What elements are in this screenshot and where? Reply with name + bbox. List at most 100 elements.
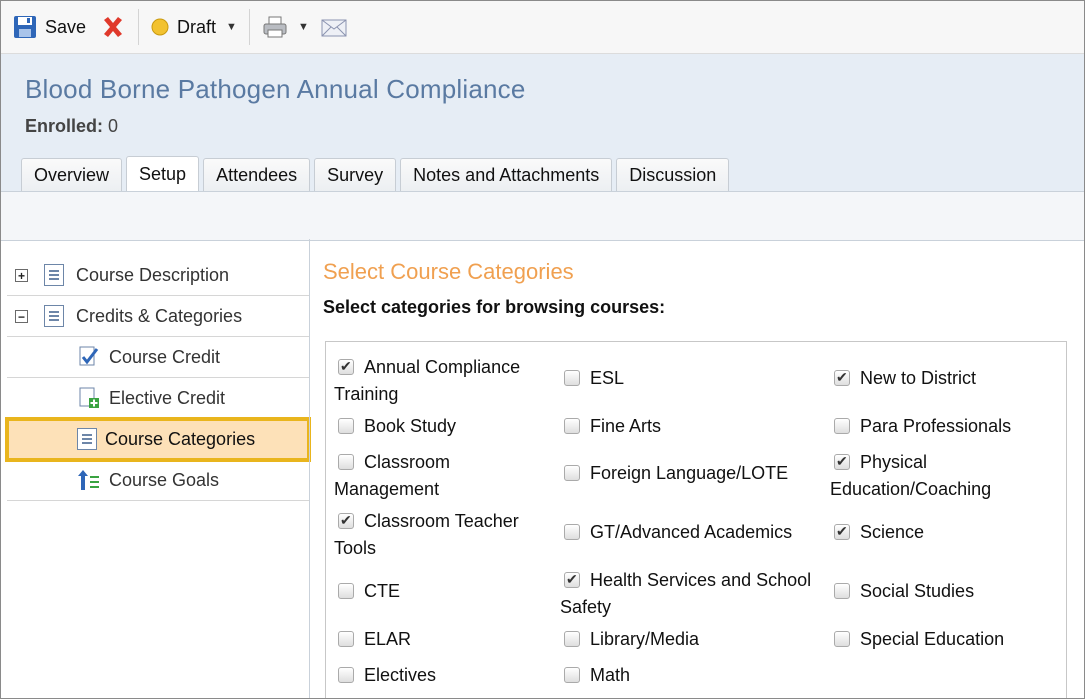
email-button[interactable] [317,16,351,38]
category-electives[interactable]: Electives [334,662,436,689]
category-checkbox[interactable] [834,631,850,647]
save-button[interactable]: Save [9,15,90,39]
tab-label: Setup [139,163,187,184]
tab-label: Notes and Attachments [413,164,600,185]
tab-survey[interactable]: Survey [314,158,397,191]
sidebar-item-course-goals[interactable]: Course Goals [7,460,309,501]
category-health-services[interactable]: Health Services and School Safety [560,566,811,621]
category-checkbox[interactable] [834,418,850,434]
category-checkbox[interactable] [338,631,354,647]
app-window: Save Draft ▼ ▼ Blood Borne Pathogen Annu… [0,0,1085,699]
tab-label: Survey [327,164,384,185]
sidebar: + Course Description − Credits & Categor… [5,255,311,698]
tab-setup[interactable]: Setup [126,156,200,191]
category-label: Physical [860,452,928,472]
sidebar-item-elective-credit[interactable]: Elective Credit [7,378,309,419]
category-science[interactable]: Science [830,518,924,546]
printer-icon [263,16,287,38]
category-classroom-teacher-tools[interactable]: Classroom Teacher Tools [334,507,519,562]
category-para-professionals[interactable]: Para Professionals [830,413,1011,440]
category-annual-compliance-training[interactable]: Annual Compliance Training [334,353,520,408]
categories-panel: Annual Compliance Training Book Study Cl… [325,341,1067,698]
status-dropdown[interactable]: Draft ▼ [147,17,241,38]
collapse-icon[interactable]: − [15,309,28,323]
credit-check-icon [79,346,99,366]
category-label: ELAR [364,629,412,649]
category-esl[interactable]: ESL [560,365,624,392]
category-label: Safety [560,597,612,617]
tab-discussion[interactable]: Discussion [616,158,730,191]
category-checkbox[interactable] [834,448,850,475]
delete-button[interactable] [96,14,130,40]
category-checkbox[interactable] [564,465,580,481]
tab-attendees[interactable]: Attendees [203,158,311,191]
category-checkbox[interactable] [834,583,850,599]
sidebar-item-credits-categories[interactable]: − Credits & Categories [7,296,309,337]
category-foreign-language[interactable]: Foreign Language/LOTE [560,460,788,487]
category-label: Classroom Teacher [364,511,519,531]
sidebar-item-label: Course Goals [109,469,220,490]
category-label: Management [334,479,440,499]
category-gt-advanced-academics[interactable]: GT/Advanced Academics [560,519,792,546]
category-label: Electives [364,665,437,685]
category-label: Para Professionals [860,416,1012,436]
category-checkbox[interactable] [564,667,580,683]
expand-icon[interactable]: + [15,268,28,282]
category-label: Library/Media [590,629,700,649]
category-social-studies[interactable]: Social Studies [830,578,974,605]
category-label: Fine Arts [590,416,662,436]
save-label: Save [45,16,87,37]
category-elar[interactable]: ELAR [334,626,411,653]
category-label: Tools [334,538,377,558]
category-checkbox[interactable] [338,353,354,380]
category-checkbox[interactable] [338,507,354,534]
enrolled-label: Enrolled: [25,116,104,136]
category-checkbox[interactable] [834,364,850,391]
category-checkbox[interactable] [564,524,580,540]
category-checkbox[interactable] [564,370,580,386]
sidebar-item-label: Credits & Categories [76,305,243,326]
category-checkbox[interactable] [338,418,354,434]
tab-overview[interactable]: Overview [21,158,123,191]
sidebar-item-label: Course Description [76,264,230,285]
sidebar-item-label: Course Categories [105,428,256,449]
category-label: Classroom [364,452,451,472]
course-header: Blood Borne Pathogen Annual Compliance E… [1,54,1084,191]
category-checkbox[interactable] [338,454,354,470]
chevron-down-icon: ▼ [226,21,237,33]
chevron-down-icon: ▼ [297,21,309,33]
category-checkbox[interactable] [834,518,850,545]
tab-label: Discussion [629,164,717,185]
page-title: Blood Borne Pathogen Annual Compliance [25,74,526,104]
enrolled-info: Enrolled: 0 [25,116,118,137]
goals-icon [78,470,99,490]
category-cte[interactable]: CTE [334,578,400,605]
instructions-text: Select categories for browsing courses: [323,297,666,317]
category-special-education[interactable]: Special Education [830,626,1004,653]
sidebar-item-course-categories[interactable]: Course Categories [5,417,311,462]
tab-notes-attachments[interactable]: Notes and Attachments [400,158,613,191]
sidebar-item-course-description[interactable]: + Course Description [7,255,309,296]
tab-label: Overview [34,164,110,185]
category-label: Education/Coaching [830,479,992,499]
category-checkbox[interactable] [564,631,580,647]
category-checkbox[interactable] [338,667,354,683]
category-fine-arts[interactable]: Fine Arts [560,413,661,440]
print-button[interactable]: ▼ [258,15,313,39]
category-label: Special Education [860,629,1005,649]
category-checkbox[interactable] [338,583,354,599]
enrolled-count: 0 [108,116,119,136]
category-label: Book Study [364,416,457,436]
sidebar-item-course-credit[interactable]: Course Credit [7,337,309,378]
category-book-study[interactable]: Book Study [334,413,456,440]
document-icon [44,264,64,286]
category-checkbox[interactable] [564,418,580,434]
category-classroom-management[interactable]: Classroom Management [334,449,450,503]
category-library-media[interactable]: Library/Media [560,626,699,653]
category-math[interactable]: Math [560,662,630,689]
category-label: GT/Advanced Academics [590,522,793,542]
category-checkbox[interactable] [564,566,580,593]
category-physical-education[interactable]: Physical Education/Coaching [830,448,992,503]
category-new-to-district[interactable]: New to District [830,364,976,392]
category-label: Social Studies [860,581,975,601]
